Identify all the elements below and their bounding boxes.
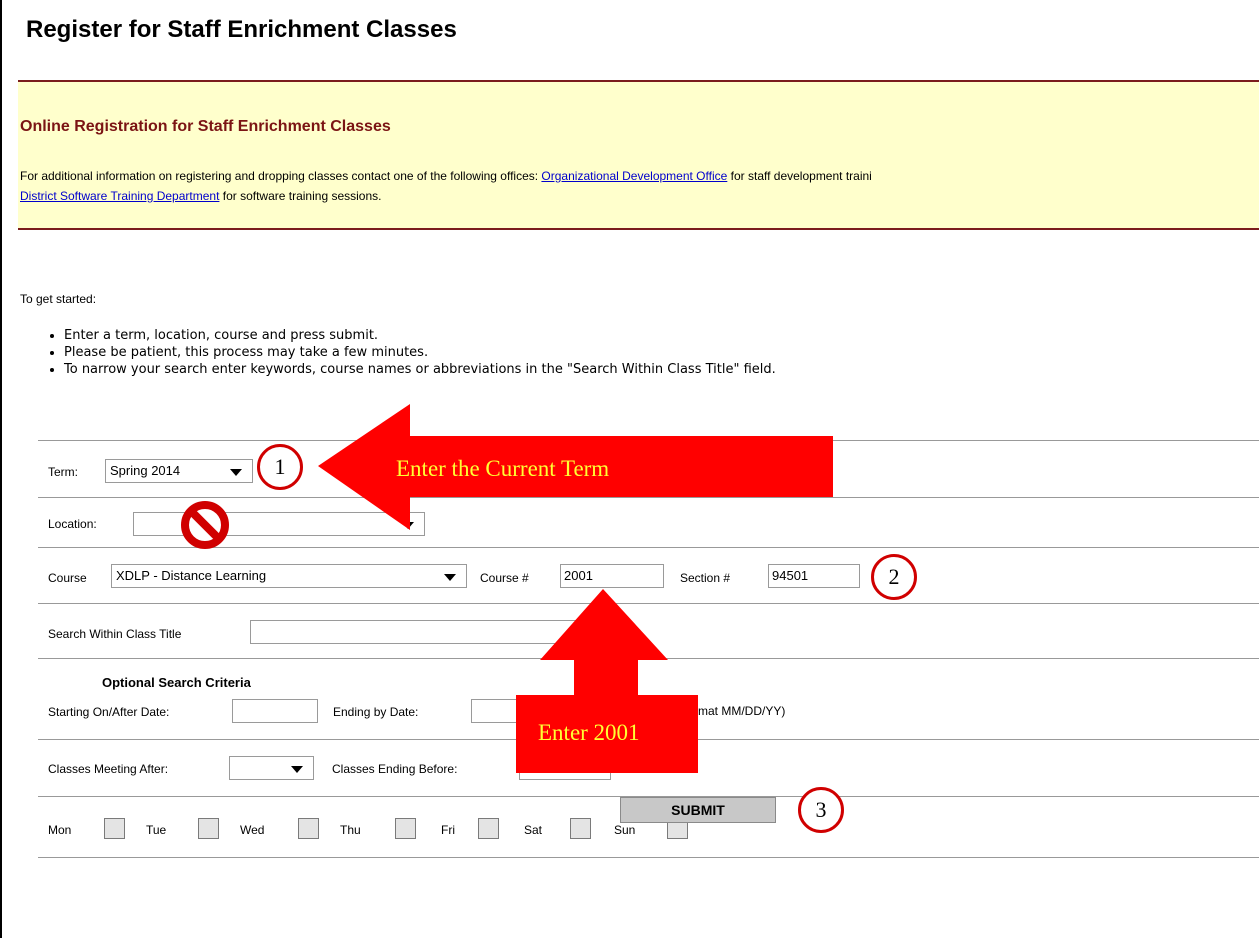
annotation-overlay bbox=[181, 404, 833, 773]
callout-1: 1 bbox=[257, 444, 303, 490]
no-entry-icon bbox=[181, 501, 229, 549]
arrow1-text: Enter the Current Term bbox=[396, 456, 610, 481]
arrow2-text: Enter 2001 bbox=[538, 720, 640, 745]
callout-2: 2 bbox=[871, 554, 917, 600]
callout-3: 3 bbox=[798, 787, 844, 833]
